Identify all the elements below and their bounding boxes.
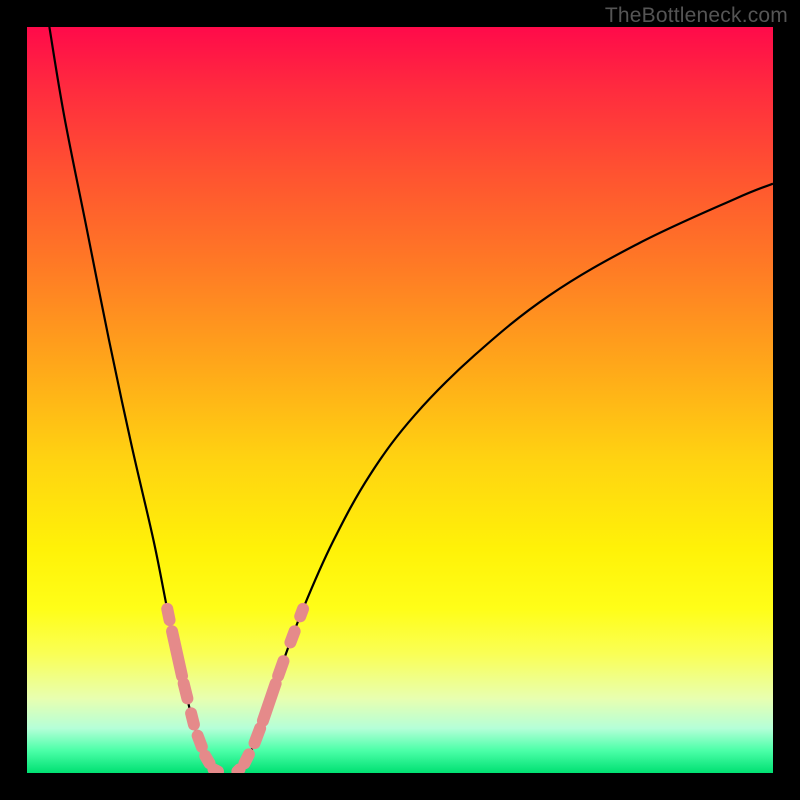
curve-right-branch	[236, 184, 773, 773]
bead-segment	[255, 728, 261, 743]
bead-segment	[198, 736, 202, 747]
bead-segment	[290, 631, 294, 642]
bead-markers-right	[237, 609, 303, 772]
bead-segment	[191, 713, 194, 724]
bead-segment	[205, 756, 209, 763]
watermark-text: TheBottleneck.com	[605, 4, 788, 28]
bead-segment	[278, 661, 283, 676]
bead-segment	[172, 631, 182, 676]
bead-segment	[300, 609, 303, 616]
bead-segment	[184, 683, 188, 698]
curve-left-branch	[49, 27, 221, 773]
plot-area	[27, 27, 773, 773]
bead-segment	[167, 609, 169, 620]
chart-frame: TheBottleneck.com	[0, 0, 800, 800]
bead-segment	[237, 769, 239, 771]
bead-segment	[263, 683, 276, 720]
curve-layer	[27, 27, 773, 773]
bead-markers-left	[167, 609, 218, 772]
bead-segment	[244, 754, 248, 763]
bead-segment	[214, 769, 218, 771]
